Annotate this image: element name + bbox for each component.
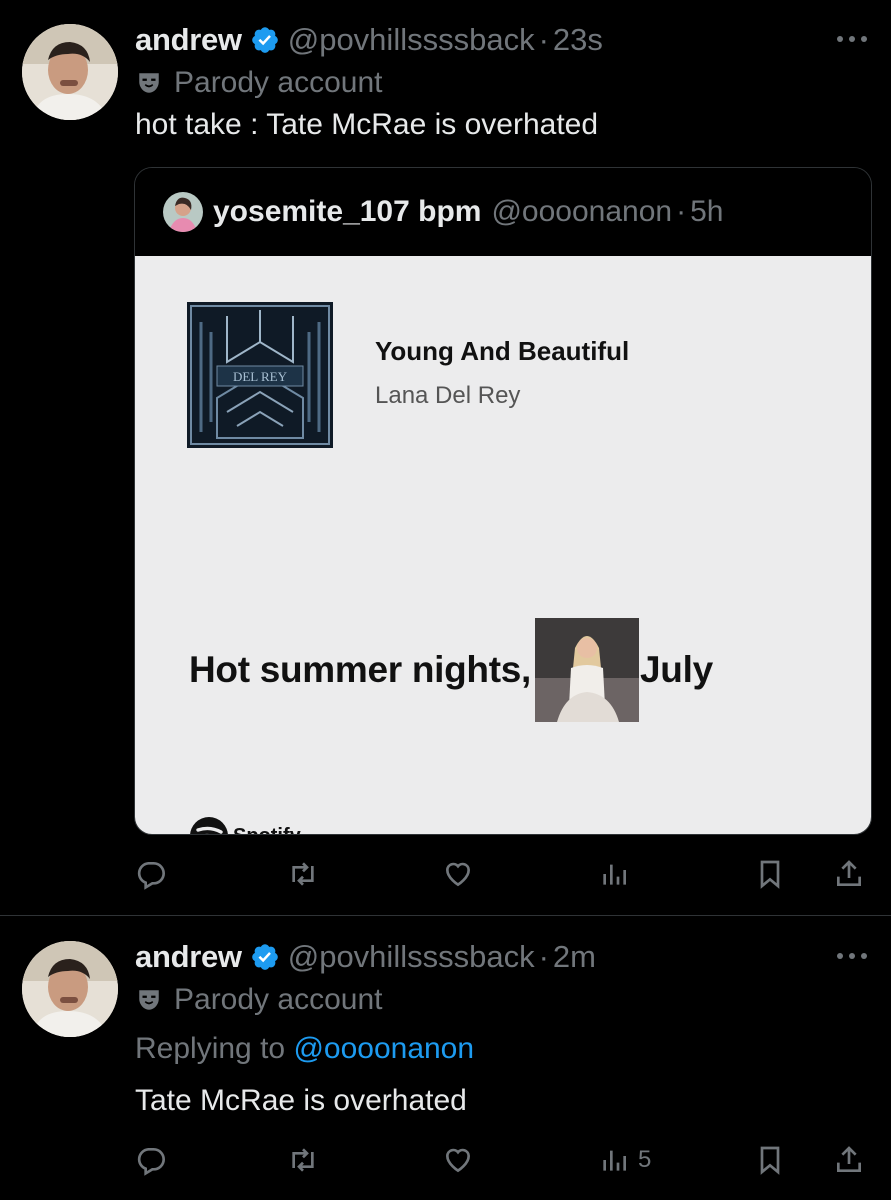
spotify-brand: Spotify <box>189 816 301 835</box>
retweet-button[interactable] <box>287 1140 319 1180</box>
parody-label: Parody account <box>136 64 382 102</box>
parody-text: Parody account <box>174 983 383 1016</box>
quoted-author-name[interactable]: yosemite_107 bpm <box>213 195 481 229</box>
quoted-author-handle[interactable]: @oooonanon <box>491 195 672 229</box>
share-icon <box>837 860 861 886</box>
album-title-text: DEL REY <box>233 369 288 384</box>
tweet-actions: 5 <box>0 1140 891 1180</box>
retweet-icon <box>292 1148 314 1172</box>
tweet-header: andrew @povhillssssback · 2m <box>135 937 596 977</box>
timestamp[interactable]: 2m <box>553 939 596 975</box>
retweet-button[interactable] <box>287 854 319 894</box>
verified-badge-icon <box>251 27 278 53</box>
spotify-wordmark: Spotify <box>233 825 301 835</box>
tweet-header: andrew @povhillssssback · 23s <box>135 20 603 60</box>
tweet-text: Tate McRae is overhated <box>135 1084 467 1117</box>
tweet-actions <box>0 854 891 894</box>
album-cover: DEL REY <box>187 302 333 448</box>
avatar-photo <box>22 24 118 120</box>
tweet[interactable]: andrew @povhillssssback · 23s Parody acc… <box>0 0 891 916</box>
quoted-timestamp[interactable]: 5h <box>690 195 723 229</box>
more-icon[interactable] <box>835 34 869 44</box>
quoted-avatar[interactable] <box>163 192 203 232</box>
like-icon <box>445 862 471 887</box>
quoted-avatar-photo <box>163 192 203 232</box>
more-icon[interactable] <box>835 951 869 961</box>
parody-mask-icon <box>139 990 159 1010</box>
bookmark-button[interactable] <box>754 854 786 894</box>
separator: · <box>676 195 687 228</box>
tweet-text: hot take : Tate McRae is overhated <box>135 108 599 141</box>
bookmark-icon <box>760 1146 780 1175</box>
author-handle[interactable]: @povhillssssback <box>288 939 535 975</box>
song-title: Young And Beautiful <box>375 336 630 366</box>
verified-badge-icon <box>251 944 278 970</box>
avatar-photo <box>22 941 118 1037</box>
views-button[interactable]: 5 <box>598 1140 651 1180</box>
replying-to: Replying to @oooonanon <box>135 1032 474 1066</box>
bookmark-icon <box>760 860 780 889</box>
author-handle[interactable]: @povhillssssback <box>288 22 535 58</box>
lyric-text-after: July <box>640 649 713 690</box>
reply-icon <box>137 1148 165 1176</box>
lyric-line: Hot summer nights, July <box>189 618 713 722</box>
tweet-divider <box>0 915 891 916</box>
avatar[interactable] <box>22 941 118 1037</box>
lyric-inline-photo <box>535 618 640 722</box>
replying-prefix: Replying to <box>135 1032 286 1065</box>
reply-button[interactable] <box>135 1140 167 1180</box>
parody-label: Parody account <box>136 981 382 1019</box>
lyric-text-before: Hot summer nights, <box>189 649 532 690</box>
share-button[interactable] <box>833 854 865 894</box>
quoted-tweet[interactable]: yosemite_107 bpm @oooonanon · 5h DEL REY… <box>134 167 872 835</box>
separator: · <box>538 939 549 974</box>
parody-text: Parody account <box>174 66 383 99</box>
share-button[interactable] <box>833 1140 865 1180</box>
quoted-tweet-header: yosemite_107 bpm @oooonanon · 5h <box>135 168 871 256</box>
replying-mention-link[interactable]: @oooonanon <box>293 1032 474 1065</box>
song-artist: Lana Del Rey <box>375 382 521 409</box>
reply-icon <box>137 862 165 890</box>
views-icon <box>603 1150 626 1171</box>
spotify-lyrics-card[interactable]: DEL REY Young And Beautiful Lana Del Rey… <box>135 256 871 835</box>
bookmark-button[interactable] <box>754 1140 786 1180</box>
parody-mask-icon <box>139 73 159 93</box>
reply-button[interactable] <box>135 854 167 894</box>
timestamp[interactable]: 23s <box>553 22 603 58</box>
author-name[interactable]: andrew <box>135 939 242 975</box>
spotify-logo-icon <box>190 817 228 834</box>
like-button[interactable] <box>442 854 474 894</box>
separator: · <box>538 22 549 57</box>
views-button[interactable] <box>598 854 638 894</box>
like-icon <box>445 1148 471 1173</box>
views-count: 5 <box>638 1146 652 1173</box>
retweet-icon <box>292 862 314 886</box>
share-icon <box>837 1146 861 1172</box>
avatar[interactable] <box>22 24 118 120</box>
author-name[interactable]: andrew <box>135 22 242 58</box>
like-button[interactable] <box>442 1140 474 1180</box>
views-icon <box>603 864 626 885</box>
